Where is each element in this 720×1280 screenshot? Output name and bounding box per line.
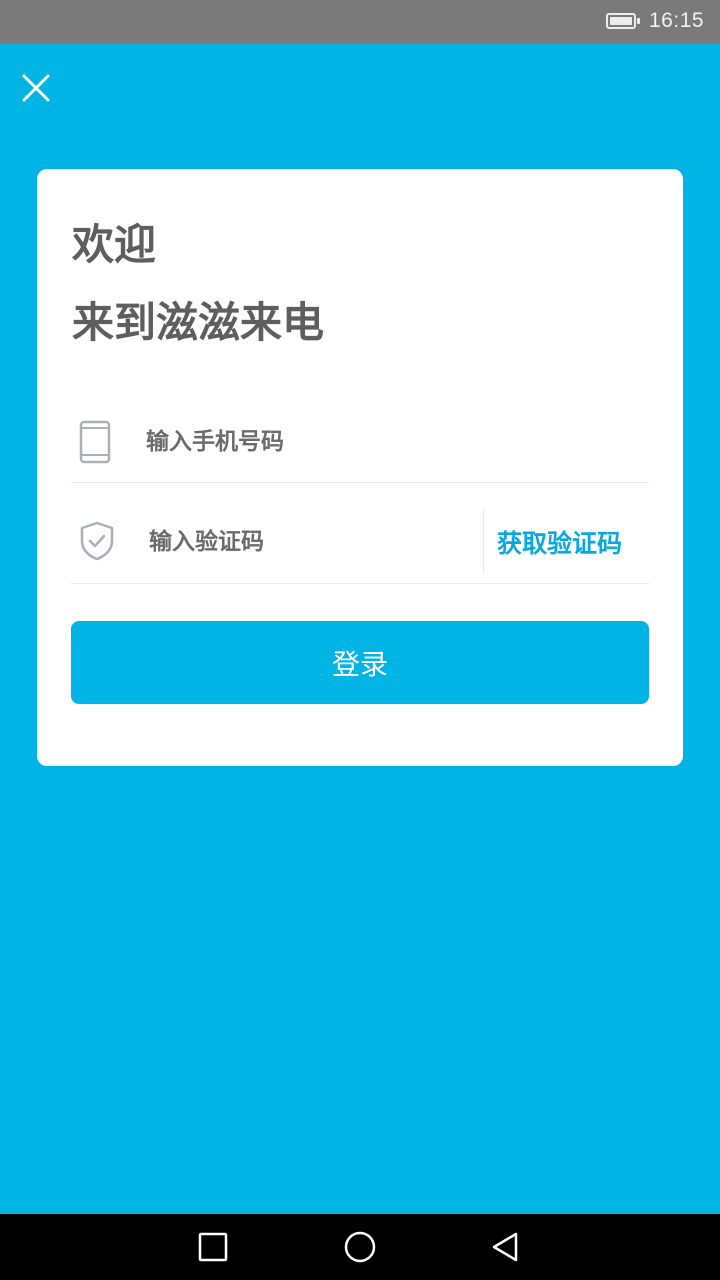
login-button[interactable]: 登录 <box>71 621 649 704</box>
shield-check-icon <box>80 521 114 561</box>
phone-input[interactable] <box>146 424 626 460</box>
welcome-title: 欢迎 <box>72 220 157 269</box>
code-row: 获取验证码 <box>71 483 649 584</box>
nav-bar <box>0 1214 720 1280</box>
login-card: 欢迎 来到滋滋来电 获取验证码 登录 <box>37 169 683 766</box>
close-icon <box>22 74 50 102</box>
code-divider <box>483 509 484 573</box>
status-time: 16:15 <box>649 9 705 32</box>
phone-row <box>71 391 649 483</box>
battery-icon <box>606 13 640 29</box>
code-input[interactable] <box>149 524 469 560</box>
recent-apps-button[interactable] <box>153 1214 273 1280</box>
recent-apps-icon <box>198 1232 228 1262</box>
back-button[interactable] <box>446 1214 566 1280</box>
phone-icon <box>79 420 111 464</box>
welcome-subtitle: 来到滋滋来电 <box>72 298 325 347</box>
back-icon <box>492 1232 518 1262</box>
get-code-button[interactable]: 获取验证码 <box>497 524 622 560</box>
home-button[interactable] <box>300 1214 420 1280</box>
home-icon <box>344 1231 376 1263</box>
status-bar: 16:15 <box>0 0 720 44</box>
close-button[interactable] <box>16 68 56 108</box>
